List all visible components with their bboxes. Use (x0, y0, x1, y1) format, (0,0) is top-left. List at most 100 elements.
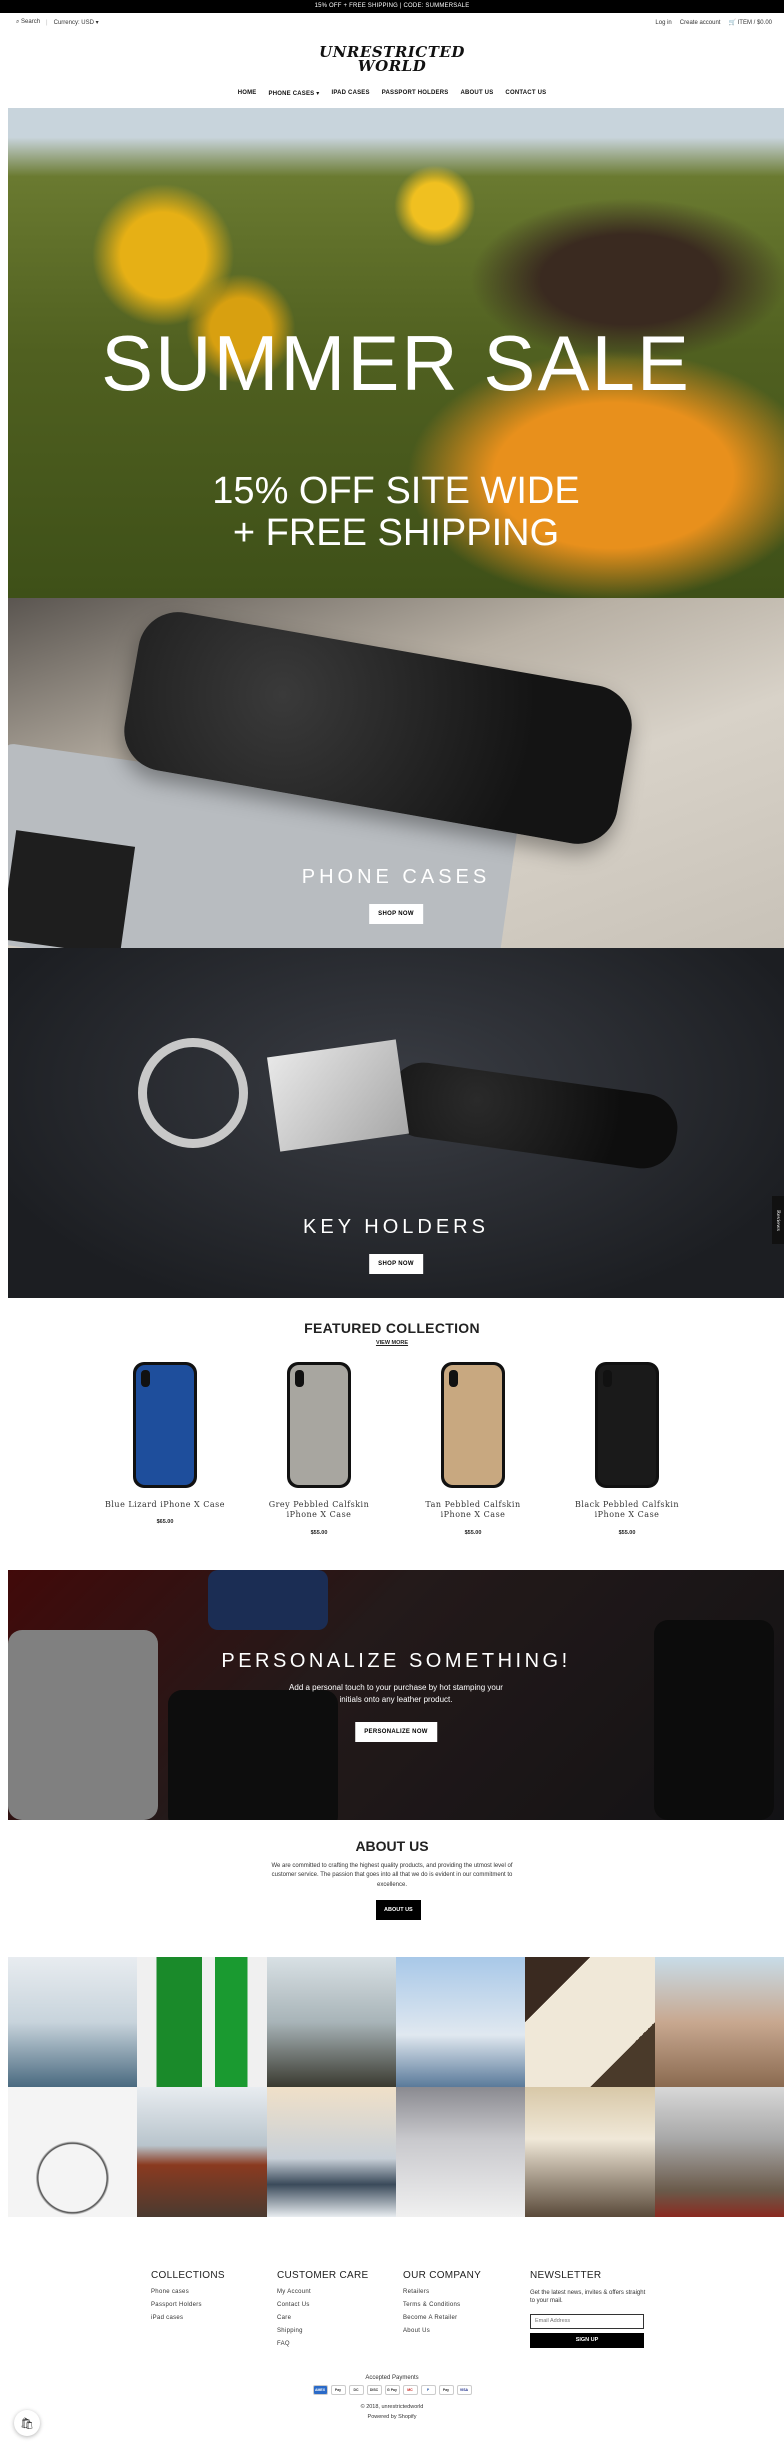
footer-link[interactable]: Care (277, 2315, 397, 2321)
nav-home[interactable]: HOME (238, 90, 257, 97)
footer-link[interactable]: Terms & Conditions (403, 2302, 523, 2308)
instagram-gallery (8, 1957, 784, 2217)
footer-link[interactable]: iPad cases (151, 2315, 271, 2321)
gallery-image[interactable] (137, 2087, 267, 2217)
gallery-image[interactable] (8, 2087, 138, 2217)
visa-icon: VISA (456, 2385, 472, 2395)
case-back (598, 1365, 656, 1485)
camera-cutout (449, 1370, 458, 1387)
gallery-image[interactable] (525, 2087, 655, 2217)
cart-icon: 🛒 (728, 20, 736, 26)
footer-link[interactable]: Shipping (277, 2328, 397, 2334)
product-price: $55.00 (464, 1529, 482, 1536)
gallery-image[interactable] (8, 1957, 138, 2087)
footer-link[interactable]: Retailers (403, 2289, 523, 2295)
create-account-link[interactable]: Create account (680, 20, 721, 26)
footer-heading: OUR COMPANY (403, 2270, 482, 2281)
gallery-image[interactable] (395, 1957, 526, 2087)
phone-cases-title: PHONE CASES (301, 866, 491, 888)
footer-link[interactable]: Passport Holders (151, 2302, 271, 2308)
footer-heading: CUSTOMER CARE (277, 2270, 369, 2281)
phone-cases-shop-button[interactable]: SHOP NOW (369, 904, 423, 924)
footer-link[interactable]: FAQ (277, 2341, 397, 2347)
personalize-description: Add a personal touch to your purchase by… (8, 1682, 784, 1706)
product-image (595, 1362, 659, 1488)
gallery-image[interactable] (266, 1957, 396, 2087)
product-card[interactable]: Grey Pebbled Calfskin iPhone X Case $55.… (244, 1362, 394, 1536)
key-holders-title: KEY HOLDERS (303, 1216, 489, 1238)
footer-link[interactable]: Contact Us (277, 2302, 397, 2308)
gallery-image[interactable] (654, 2087, 784, 2217)
reviews-tab[interactable]: Reviews (772, 1196, 784, 1244)
nav-contact-us[interactable]: CONTACT US (505, 90, 546, 97)
email-field[interactable] (530, 2313, 644, 2329)
shopify-pay-icon: Pay (438, 2385, 454, 2395)
product-price: $65.00 (156, 1519, 174, 1526)
product-name[interactable]: Grey Pebbled Calfskin iPhone X Case (244, 1500, 394, 1521)
key-holders-panel[interactable]: KEY HOLDERS SHOP NOW (8, 948, 784, 1298)
footer-link[interactable]: Become A Retailer (403, 2315, 523, 2321)
search-link[interactable]: ⌕ Search (16, 19, 40, 26)
keyboard-image (8, 830, 136, 948)
nav-about-us[interactable]: ABOUT US (460, 90, 493, 97)
gallery-image[interactable] (525, 1957, 655, 2087)
nav-phone-cases[interactable]: PHONE CASES ▾ (269, 90, 320, 97)
footer: COLLECTIONS Phone cases Passport Holders… (0, 2270, 784, 2450)
hero-title: SUMMER SALE (101, 319, 691, 407)
login-link[interactable]: Log in (655, 20, 671, 26)
product-image (133, 1362, 197, 1488)
personalize-desc-line-2: initials onto any leather product. (339, 1695, 453, 1704)
footer-our-company: OUR COMPANY Retailers Terms & Conditions… (403, 2270, 523, 2341)
gallery-image[interactable] (266, 2087, 396, 2217)
camera-cutout (603, 1370, 612, 1387)
case-back (290, 1365, 348, 1485)
key-holders-shop-button[interactable]: SHOP NOW (369, 1254, 423, 1274)
key-ring-image (138, 1038, 248, 1148)
announcement-bar: 15% OFF + FREE SHIPPING | CODE: SUMMERSA… (0, 0, 784, 13)
search-label: Search (21, 19, 41, 25)
google-pay-icon: G Pay (384, 2385, 400, 2395)
featured-heading: FEATURED COLLECTION (304, 1320, 480, 1336)
product-price: $55.00 (618, 1529, 636, 1536)
footer-link[interactable]: About Us (403, 2328, 523, 2334)
product-name[interactable]: Black Pebbled Calfskin iPhone X Case (552, 1500, 702, 1521)
personalize-title: PERSONALIZE SOMETHING! (221, 1650, 571, 1672)
shopping-bag-icon[interactable]: 🛍 (14, 2410, 40, 2436)
powered-by[interactable]: Powered by Shopify (0, 2414, 784, 2420)
gallery-image[interactable] (395, 2087, 526, 2217)
gallery-image[interactable] (654, 1957, 784, 2087)
copyright: © 2018, unrestrictedworld (360, 2404, 424, 2410)
product-card[interactable]: Black Pebbled Calfskin iPhone X Case $55… (552, 1362, 702, 1536)
currency-value: USD (81, 20, 94, 26)
key-strap-image (384, 1058, 682, 1173)
case-back (444, 1365, 502, 1485)
footer-newsletter: NEWSLETTER Get the latest news, invites … (530, 2270, 650, 2348)
hero-banner[interactable]: SUMMER SALE 15% OFF SITE WIDE + FREE SHI… (8, 108, 784, 598)
hero-line-1: 15% OFF SITE WIDE (212, 470, 580, 512)
nav-passport-holders[interactable]: PASSPORT HOLDERS (382, 90, 449, 97)
gallery-image[interactable] (137, 1957, 267, 2087)
brand-logo[interactable]: UNRESTRICTED WORLD (0, 45, 784, 75)
product-card[interactable]: Blue Lizard iPhone X Case $65.00 (90, 1362, 240, 1525)
product-price: $55.00 (310, 1529, 328, 1536)
newsletter-text: Get the latest news, invites & offers st… (530, 2290, 646, 2305)
nav-ipad-cases[interactable]: IPAD CASES (331, 90, 369, 97)
about-us-button[interactable]: ABOUT US (376, 1900, 421, 1920)
currency-selector[interactable]: Currency: USD ▾ (54, 19, 99, 26)
cart-link[interactable]: 🛒 ITEM / $0.00 (728, 19, 772, 26)
product-image (441, 1362, 505, 1488)
product-name[interactable]: Blue Lizard iPhone X Case (90, 1500, 240, 1510)
sign-up-button[interactable]: SIGN UP (530, 2332, 644, 2348)
footer-link[interactable]: Phone cases (151, 2289, 271, 2295)
view-more-link[interactable]: VIEW MORE (0, 1340, 784, 1346)
diners-club-icon: DC (348, 2385, 364, 2395)
personalize-panel: PERSONALIZE SOMETHING! Add a personal to… (8, 1570, 784, 1820)
product-card[interactable]: Tan Pebbled Calfskin iPhone X Case $55.0… (398, 1362, 548, 1536)
footer-link[interactable]: My Account (277, 2289, 397, 2295)
about-heading: ABOUT US (355, 1838, 429, 1854)
phone-cases-panel[interactable]: PHONE CASES SHOP NOW (8, 598, 784, 948)
logo-line-2: WORLD (357, 57, 427, 75)
personalize-button[interactable]: PERSONALIZE NOW (355, 1722, 437, 1742)
discover-icon: DISC (366, 2385, 382, 2395)
product-name[interactable]: Tan Pebbled Calfskin iPhone X Case (398, 1500, 548, 1521)
